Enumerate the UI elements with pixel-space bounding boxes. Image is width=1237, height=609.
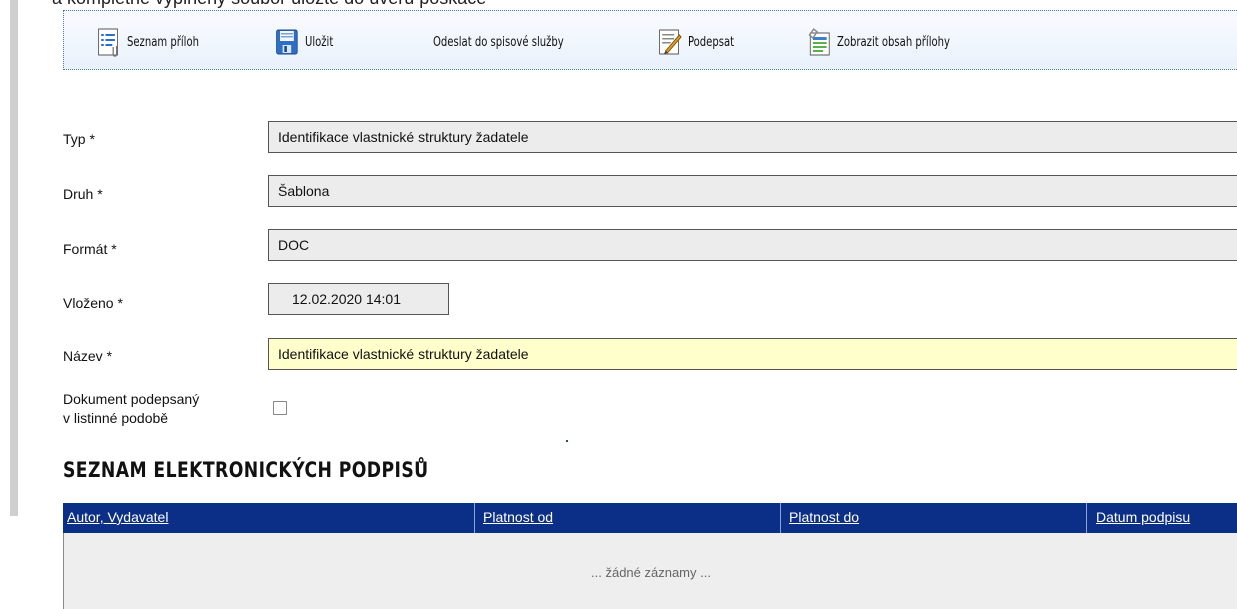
type-label: Typ * <box>63 131 95 147</box>
signed-paper-label: Dokument podepsaný v listinné podobě <box>63 390 199 428</box>
stray-dot <box>566 440 568 442</box>
instruction-text: a kompletně vyplněný soubor uložte do úv… <box>52 0 486 9</box>
sign-button[interactable]: Podepsat <box>657 27 734 57</box>
type-field[interactable]: Identifikace vlastnické struktury žadate… <box>268 121 1237 153</box>
kind-field[interactable]: Šablona <box>268 175 1237 207</box>
attachment-list-button[interactable]: Seznam příloh <box>96 27 199 57</box>
empty-records-message: ... žádné záznamy ... <box>591 565 711 580</box>
send-to-registry-button[interactable]: Odeslat do spisové služby <box>433 27 564 57</box>
sign-label: Podepsat <box>687 34 735 50</box>
scrollbar-thumb[interactable] <box>10 0 18 516</box>
format-field[interactable]: DOC <box>268 229 1237 261</box>
format-label: Formát * <box>63 241 117 257</box>
list-attachment-icon <box>96 27 122 57</box>
toolbar: Seznam příloh Uložit Odeslat do spisové … <box>63 10 1237 70</box>
name-label: Název * <box>63 348 113 364</box>
name-input[interactable]: Identifikace vlastnické struktury žadate… <box>268 338 1237 370</box>
save-button[interactable]: Uložit <box>274 27 333 57</box>
table-header: Autor, Vydavatel Platnost od Platnost do… <box>63 503 1237 533</box>
table-body: ... žádné záznamy ... <box>63 533 1237 609</box>
signatures-table: Autor, Vydavatel Platnost od Platnost do… <box>63 503 1237 609</box>
floppy-disk-icon <box>274 27 300 57</box>
kind-label: Druh * <box>63 186 103 202</box>
attachment-content-icon <box>806 27 832 57</box>
column-valid-from[interactable]: Platnost od <box>479 503 781 533</box>
inserted-date-field[interactable]: 12.02.2020 14:01 <box>268 283 449 315</box>
column-valid-to[interactable]: Platnost do <box>785 503 1087 533</box>
view-attachment-button[interactable]: Zobrazit obsah přílohy <box>806 27 950 57</box>
save-label: Uložit <box>304 34 334 50</box>
column-author[interactable]: Autor, Vydavatel <box>63 503 475 533</box>
signed-paper-label-line2: v listinné podobě <box>63 410 169 426</box>
send-to-registry-label: Odeslat do spisové služby <box>433 34 564 50</box>
signatures-section-title: SEZNAM ELEKTRONICKÝCH PODPISŮ <box>63 458 429 482</box>
signed-paper-checkbox[interactable] <box>273 401 287 415</box>
left-scrollbar[interactable] <box>0 0 20 609</box>
view-attachment-label: Zobrazit obsah přílohy <box>836 34 950 50</box>
attachment-list-label: Seznam příloh <box>126 34 199 50</box>
signed-paper-label-line1: Dokument podepsaný <box>63 391 200 407</box>
inserted-label: Vloženo * <box>63 295 123 311</box>
column-signed-date[interactable]: Datum podpisu <box>1092 503 1237 533</box>
sign-document-icon <box>657 27 683 57</box>
